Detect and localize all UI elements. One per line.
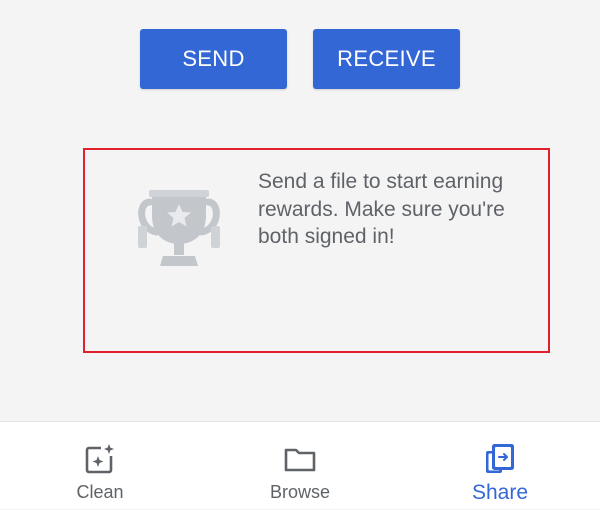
bottom-navigation: Clean Browse Share xyxy=(0,421,600,509)
trophy-icon xyxy=(138,190,220,266)
send-button[interactable]: SEND xyxy=(140,29,287,89)
nav-item-share[interactable]: Share xyxy=(440,422,560,510)
share-screen: SEND RECEIVE Send a file to start earnin… xyxy=(0,0,600,421)
share-icon xyxy=(486,444,514,473)
rewards-message: Send a file to start earning rewards. Ma… xyxy=(258,170,505,248)
receive-button[interactable]: RECEIVE xyxy=(313,29,460,89)
nav-item-browse[interactable]: Browse xyxy=(240,422,360,510)
nav-item-clean[interactable]: Clean xyxy=(40,422,160,510)
nav-label-clean: Clean xyxy=(76,482,124,502)
folder-icon xyxy=(284,448,316,472)
nav-label-browse: Browse xyxy=(269,482,331,502)
clean-icon xyxy=(85,444,115,474)
nav-label-share: Share xyxy=(471,481,529,504)
